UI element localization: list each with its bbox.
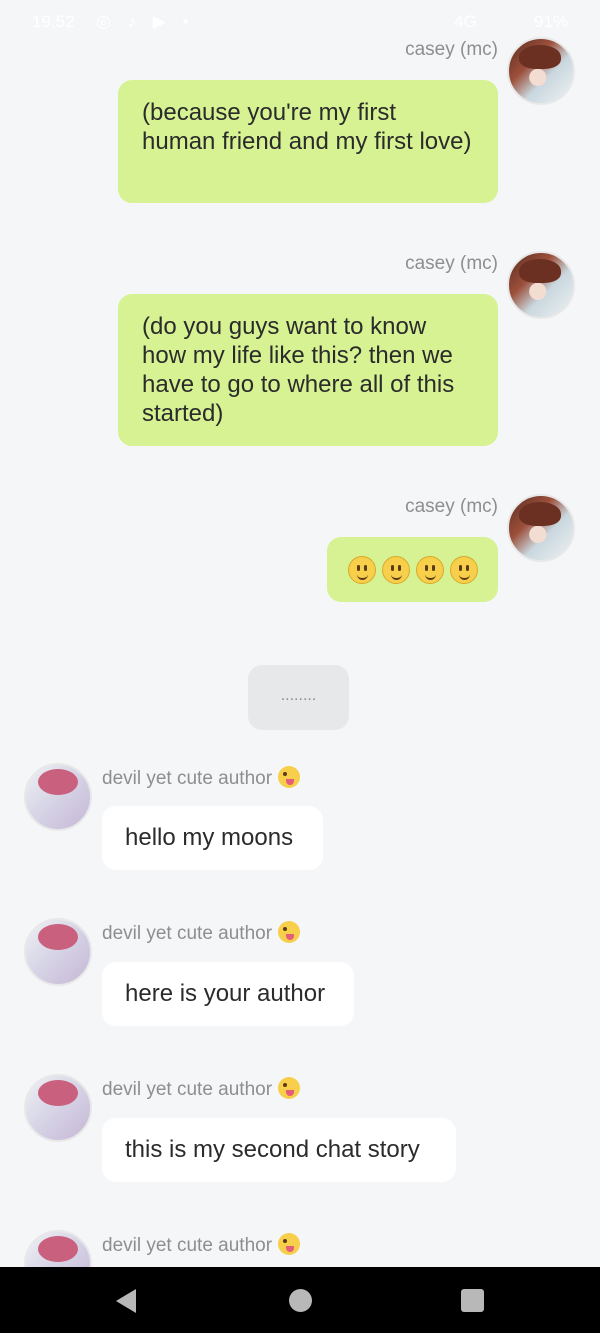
battery-level: 91%	[534, 12, 569, 31]
sender-name-row: devil yet cute author	[102, 766, 301, 790]
winking-face-with-tongue-icon	[278, 766, 301, 788]
sender-name: devil yet cute author	[102, 768, 273, 789]
message-bubble[interactable]: here is your author	[102, 962, 354, 1026]
avatar-casey[interactable]	[507, 251, 575, 319]
message-bubble[interactable]: hello my moons	[102, 806, 323, 870]
sender-name-row: devil yet cute author	[102, 1077, 301, 1101]
message-bubble[interactable]: (do you guys want to know how my life li…	[118, 294, 498, 446]
slightly-smiling-face-icon	[381, 555, 410, 584]
slightly-smiling-face-icon	[347, 555, 376, 584]
message-bubble[interactable]: this is my second chat story	[102, 1118, 456, 1182]
message-bubble[interactable]	[327, 537, 498, 602]
notification-icons: ◎ ♪ ▶ •	[96, 12, 195, 31]
network-indicator: 4G	[454, 12, 477, 31]
winking-face-with-tongue-icon	[278, 1233, 301, 1255]
status-bar: 19.52 ◎ ♪ ▶ • 4G 91%	[0, 0, 600, 44]
winking-face-with-tongue-icon	[278, 921, 301, 943]
avatar-casey[interactable]	[507, 37, 575, 105]
slightly-smiling-face-icon	[449, 555, 478, 584]
sender-name-row: devil yet cute author	[102, 921, 301, 945]
status-time: 19.52	[32, 12, 75, 31]
navigation-bar	[0, 1267, 600, 1333]
slightly-smiling-face-icon	[415, 555, 444, 584]
sender-name: devil yet cute author	[102, 923, 273, 944]
avatar-casey[interactable]	[507, 494, 575, 562]
sender-name: casey (mc)	[405, 39, 498, 60]
sender-name: devil yet cute author	[102, 1235, 273, 1256]
sender-name: casey (mc)	[405, 496, 498, 517]
avatar-author[interactable]	[24, 1074, 92, 1142]
avatar-author[interactable]	[24, 763, 92, 831]
sender-name: devil yet cute author	[102, 1079, 273, 1100]
narration-bubble[interactable]: ........	[248, 665, 349, 730]
message-bubble[interactable]: (because you're my first human friend an…	[118, 80, 498, 203]
sender-name: casey (mc)	[405, 253, 498, 274]
winking-face-with-tongue-icon	[278, 1077, 301, 1099]
back-icon[interactable]	[116, 1289, 136, 1313]
recent-apps-icon[interactable]	[461, 1289, 484, 1312]
home-icon[interactable]	[289, 1289, 312, 1312]
avatar-author[interactable]	[24, 918, 92, 986]
sender-name-row: devil yet cute author	[102, 1233, 301, 1257]
